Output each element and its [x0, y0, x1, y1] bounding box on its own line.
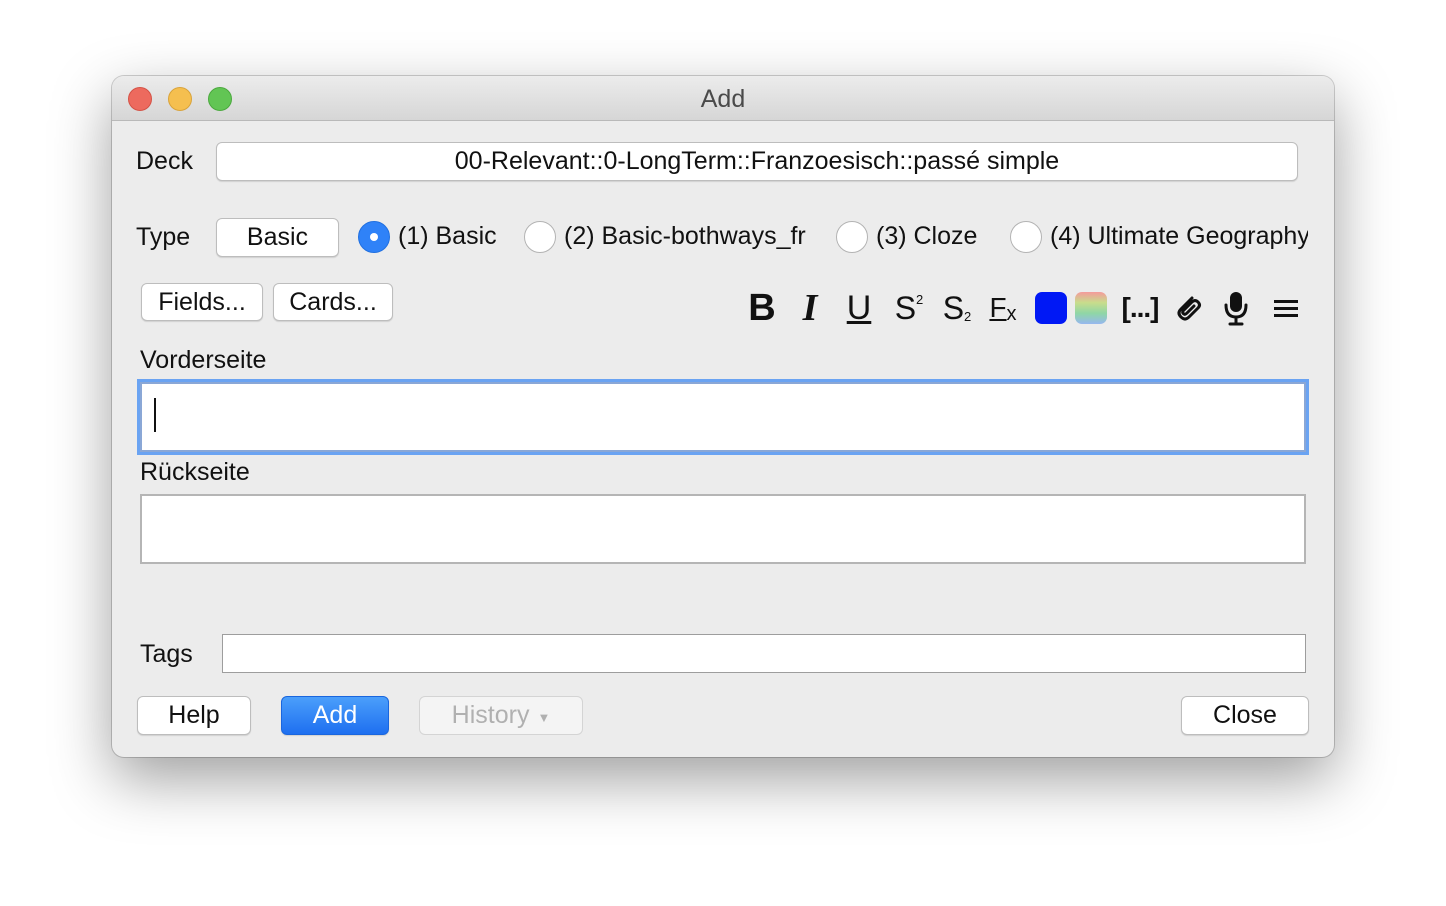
help-button-label: Help — [168, 701, 220, 729]
superscript-icon[interactable]: S2 — [890, 286, 928, 330]
note-type-button[interactable]: Basic — [216, 218, 339, 257]
bold-icon[interactable]: B — [744, 286, 780, 330]
menu-icon[interactable] — [1268, 286, 1304, 330]
cloze-icon[interactable]: [...] — [1120, 286, 1160, 330]
subscript-icon[interactable]: S2 — [938, 286, 976, 330]
add-button[interactable]: Add — [281, 696, 389, 735]
add-dialog: Add Deck 00-Relevant::0-LongTerm::Franzo… — [112, 76, 1334, 757]
cards-button-label: Cards... — [289, 287, 377, 316]
attachment-icon[interactable] — [1170, 286, 1206, 330]
fields-button-label: Fields... — [158, 287, 246, 316]
deck-chooser-button[interactable]: 00-Relevant::0-LongTerm::Franzoesisch::p… — [216, 142, 1298, 181]
tags-input[interactable] — [222, 634, 1306, 673]
radio-type-1[interactable] — [358, 221, 390, 253]
note-type-value: Basic — [246, 223, 309, 251]
deck-label: Deck — [136, 147, 193, 175]
tags-label: Tags — [140, 640, 193, 668]
radio-type-3[interactable] — [836, 221, 868, 253]
title-bar[interactable]: Add — [112, 76, 1334, 121]
deck-chooser-value: 00-Relevant::0-LongTerm::Franzoesisch::p… — [454, 147, 1060, 175]
radio-type-4-label[interactable]: (4) Ultimate Geography — [1050, 222, 1308, 251]
front-field-editor[interactable] — [140, 382, 1306, 452]
microphone-icon[interactable] — [1218, 286, 1254, 330]
back-field-editor[interactable] — [140, 494, 1306, 564]
radio-type-2-label[interactable]: (2) Basic-bothways_fr — [564, 222, 822, 251]
type-label: Type — [136, 223, 191, 251]
history-button-label: History — [451, 701, 530, 729]
field-name-back: Rückseite — [140, 458, 250, 486]
field-name-front: Vorderseite — [140, 346, 267, 374]
text-color-icon[interactable] — [1034, 286, 1068, 330]
window-title: Add — [700, 85, 746, 113]
fields-button[interactable]: Fields... — [141, 283, 263, 321]
chevron-down-icon: ▼ — [537, 710, 551, 725]
radio-type-2[interactable] — [524, 221, 556, 253]
radio-type-4[interactable] — [1010, 221, 1042, 253]
help-button[interactable]: Help — [137, 696, 251, 735]
close-button[interactable]: Close — [1181, 696, 1309, 735]
add-button-label: Add — [312, 701, 358, 729]
cards-button[interactable]: Cards... — [273, 283, 393, 321]
history-button[interactable]: History ▼ — [419, 696, 583, 735]
text-cursor — [154, 398, 156, 432]
highlight-color-icon[interactable] — [1074, 286, 1108, 330]
clear-format-icon[interactable]: Fx — [984, 286, 1022, 330]
radio-type-1-label[interactable]: (1) Basic — [398, 222, 497, 251]
close-button-label: Close — [1213, 701, 1277, 729]
radio-type-3-label[interactable]: (3) Cloze — [876, 222, 977, 251]
italic-icon[interactable]: I — [794, 286, 826, 330]
underline-icon[interactable]: U — [840, 286, 878, 330]
